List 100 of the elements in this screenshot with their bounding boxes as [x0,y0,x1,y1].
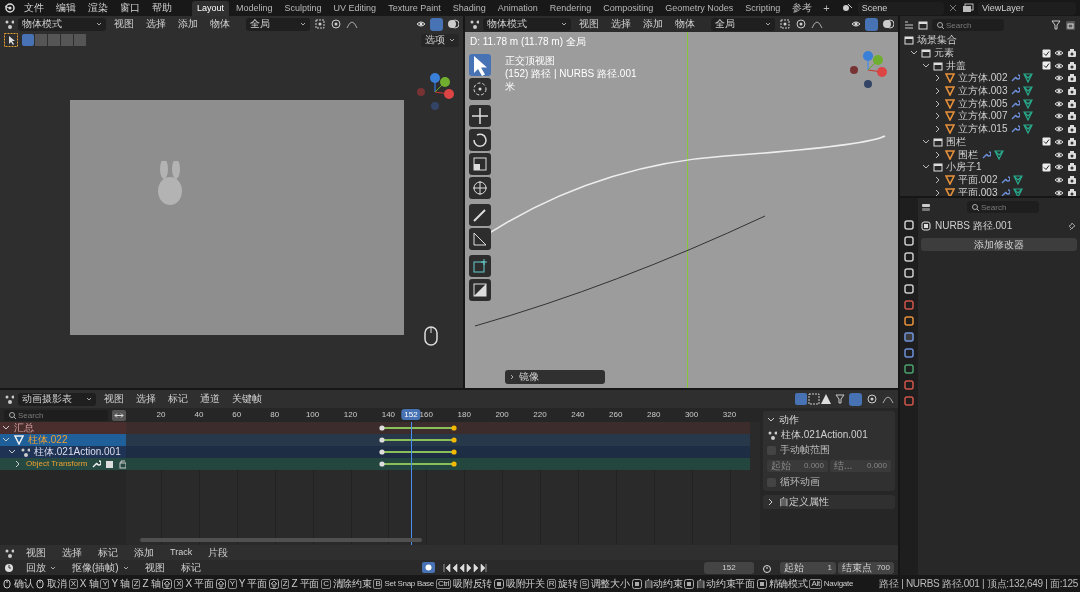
mesh-data-icon[interactable] [994,149,1004,160]
outliner-item[interactable]: 平面.003 [958,187,998,196]
modifier-wrench-icon[interactable] [1000,187,1011,196]
custom-properties-panel[interactable]: 自定义属性 [763,495,895,509]
editor-type-icon[interactable] [469,19,479,29]
proportional-edit-icon[interactable] [866,393,878,405]
navigation-gizmo-icon[interactable] [848,50,888,90]
display-mode-icon[interactable] [904,20,914,30]
mesh-data-icon[interactable] [1023,111,1034,122]
outliner-item[interactable]: 围栏 [946,136,966,147]
menu-item[interactable]: 标记 [94,546,122,559]
playback-controls-icon[interactable] [442,562,487,573]
render-camera-icon[interactable] [1067,98,1077,109]
modifier-wrench-icon[interactable] [1010,73,1021,84]
workspace-tab[interactable]: Sculpting [279,0,327,16]
selection-toggles-icon[interactable] [795,393,831,405]
search-box[interactable]: Search [967,201,1039,213]
checkbox-icon[interactable] [1042,137,1051,147]
render-camera-icon[interactable] [1067,60,1077,71]
menu-item[interactable]: 窗口 [116,1,144,15]
editor-type-icon[interactable] [4,394,14,404]
menu-item[interactable]: 视图 [22,546,50,559]
filter-layers-icon[interactable] [918,20,928,30]
options-dropdown[interactable]: 选项 [421,33,459,47]
close-icon[interactable] [948,3,958,13]
render-camera-icon[interactable] [1067,136,1077,147]
outliner-item[interactable]: 立方体.003 [958,86,1008,97]
menu-item[interactable]: 视图 [100,392,128,406]
visibility-eye-icon[interactable] [1054,111,1064,122]
outliner-item[interactable]: 元素 [934,48,954,59]
outliner-item[interactable]: 立方体.005 [958,98,1008,109]
rotate-tool-button[interactable] [469,129,491,151]
outliner-item[interactable]: 立方体.015 [958,124,1008,135]
workspace-tab[interactable]: UV Editing [328,0,382,16]
properties-type-icon[interactable] [921,202,931,212]
falloff-curve-icon[interactable] [346,18,358,30]
move-tool-button[interactable] [469,105,491,127]
mesh-data-icon[interactable] [1023,86,1034,97]
search-box[interactable]: Search [932,19,1004,31]
scale-tool-button[interactable] [469,153,491,175]
visibility-eye-icon[interactable] [1054,136,1064,147]
render-camera-icon[interactable] [1067,162,1077,173]
transform-tool-button[interactable] [469,177,491,199]
modifier-wrench-icon[interactable] [1010,86,1021,97]
editor-type-icon[interactable] [4,547,14,558]
orientation-dropdown[interactable]: 全局 [711,17,775,31]
outliner-item[interactable]: 小房子1 [946,162,982,173]
menu-item[interactable]: 选择 [607,17,635,31]
overlay-icon[interactable] [882,18,894,30]
scene-icon[interactable] [841,2,854,14]
record-icon[interactable] [421,562,435,573]
clock-icon[interactable] [4,562,14,573]
playback-dropdown[interactable]: 回放 [22,561,60,574]
mode-dropdown[interactable]: 物体模式 [18,17,106,31]
channel-row[interactable]: 柱体.021Action.001 [0,446,126,458]
measure-tool-button[interactable] [469,228,491,250]
falloff-curve-icon[interactable] [811,18,823,30]
workspace-tab[interactable]: Modeling [231,0,278,16]
current-frame-field[interactable]: 152 [704,561,754,574]
menu-item[interactable]: 选择 [142,17,170,31]
visibility-eye-icon[interactable] [1054,73,1064,84]
workspace-tab[interactable]: Shading [447,0,491,16]
falloff-curve-icon[interactable] [882,393,894,405]
mesh-data-icon[interactable] [1023,73,1034,84]
modifier-wrench-icon[interactable] [1000,174,1011,185]
workspace-tab[interactable]: Scripting [740,0,786,16]
menu-item[interactable]: 关键帧 [228,392,266,406]
modifier-wrench-icon[interactable] [1010,98,1021,109]
select-tool-icon[interactable] [4,33,18,47]
menu-item[interactable]: 编辑 [52,1,80,15]
editor-type-icon[interactable] [4,19,14,29]
proportional-edit-icon[interactable] [795,18,807,30]
overlay-icon[interactable] [447,18,459,30]
visibility-eye-icon[interactable] [1054,86,1064,97]
checkbox-icon[interactable] [1042,48,1051,58]
render-camera-icon[interactable] [1067,174,1077,185]
visibility-eye-icon[interactable] [1054,187,1064,196]
workspace-tab[interactable]: Layout [192,0,230,16]
gizmo-toggle-button[interactable] [430,17,443,31]
visibility-icon[interactable] [416,19,426,29]
scene-field[interactable]: Scene [857,1,944,15]
pin-icon[interactable] [1067,221,1077,231]
gizmo-toggle-button[interactable] [865,17,878,31]
checkbox[interactable]: 手动帧范围 [767,445,891,455]
menu-item[interactable]: 通道 [196,392,224,406]
render-camera-icon[interactable] [1067,187,1077,196]
proportional-edit-icon[interactable] [330,18,342,30]
mode-dropdown[interactable]: 物体模式 [483,17,571,31]
render-camera-icon[interactable] [1067,86,1077,97]
menu-item[interactable]: 物体 [206,17,234,31]
outliner-item[interactable]: 围栏 [958,149,978,160]
add-modifier-button[interactable]: 添加修改器 [921,238,1077,251]
mesh-data-icon[interactable] [1023,98,1034,109]
visibility-eye-icon[interactable] [1054,60,1064,71]
end-frame-field[interactable]: 结束点 700 [838,561,894,574]
visibility-eye-icon[interactable] [1054,48,1064,59]
view-layer-field[interactable]: ViewLayer [978,1,1076,15]
outliner-item[interactable]: 立方体.002 [958,73,1008,84]
render-camera-icon[interactable] [1067,149,1077,160]
menu-item[interactable]: 物体 [671,17,699,31]
